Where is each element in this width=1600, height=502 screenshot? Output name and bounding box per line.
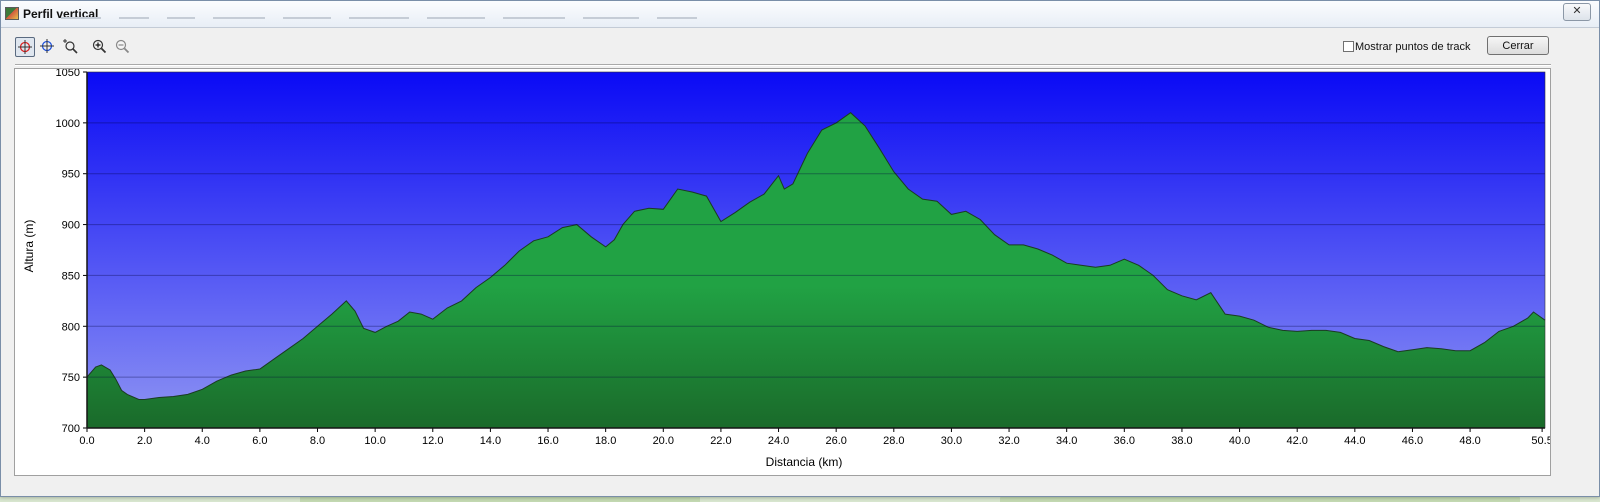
app-icon <box>5 7 19 20</box>
elevation-chart-panel: 700 750 800 850 900 950 1000 1050 0.0 2.0 4.0 6.0 8.… <box>14 68 1551 476</box>
window-close-button[interactable]: ✕ <box>1563 3 1591 21</box>
toolbar-separator <box>15 64 1551 66</box>
x-tick-label: 8.0 <box>310 435 325 447</box>
y-tick-label: 850 <box>62 270 80 282</box>
x-tick-label: 22.0 <box>710 435 731 447</box>
x-tick-label: 0.0 <box>79 435 94 447</box>
zoom-in-icon[interactable] <box>90 37 110 57</box>
crosshair-red-icon[interactable] <box>15 37 35 57</box>
background-menu-ghost <box>61 17 881 25</box>
x-tick-label: 50.5 <box>1531 435 1550 447</box>
zoom-out-icon[interactable] <box>113 37 133 57</box>
x-tick-label: 42.0 <box>1286 435 1307 447</box>
y-axis-title: Altura (m) <box>22 220 36 273</box>
y-tick-label: 1050 <box>56 69 80 79</box>
x-tick-label: 14.0 <box>480 435 501 447</box>
y-tick-label: 700 <box>62 423 80 435</box>
x-tick-label: 34.0 <box>1056 435 1077 447</box>
x-tick-label: 40.0 <box>1229 435 1250 447</box>
x-tick-label: 28.0 <box>883 435 904 447</box>
x-tick-label: 18.0 <box>595 435 616 447</box>
elevation-profile-window: Perfil vertical ✕ Mostrar puntos de trac… <box>0 0 1600 497</box>
x-axis-title: Distancia (km) <box>766 455 843 469</box>
title-bar[interactable]: Perfil vertical ✕ <box>1 1 1599 28</box>
zoom-selection-icon[interactable] <box>61 37 81 57</box>
x-tick-label: 2.0 <box>137 435 152 447</box>
x-tick-label: 30.0 <box>941 435 962 447</box>
elevation-chart[interactable]: 700 750 800 850 900 950 1000 1050 0.0 2.0 4.0 6.0 8.… <box>15 69 1550 475</box>
x-tick-label: 4.0 <box>195 435 210 447</box>
x-tick-label: 24.0 <box>768 435 789 447</box>
y-tick-label: 950 <box>62 169 80 181</box>
x-tick-label: 32.0 <box>998 435 1019 447</box>
y-tick-label: 900 <box>62 220 80 232</box>
show-track-points-label: Mostrar puntos de track <box>1355 41 1471 53</box>
x-tick-label: 44.0 <box>1344 435 1365 447</box>
x-tick-label: 38.0 <box>1171 435 1192 447</box>
x-tick-label: 26.0 <box>825 435 846 447</box>
x-tick-label: 48.0 <box>1459 435 1480 447</box>
y-tick-label: 1000 <box>56 118 80 130</box>
x-tick-label: 12.0 <box>422 435 443 447</box>
x-tick-label: 46.0 <box>1402 435 1423 447</box>
close-button[interactable]: Cerrar <box>1487 36 1549 55</box>
y-tick-label: 750 <box>62 372 80 384</box>
show-track-points-checkbox[interactable] <box>1343 41 1354 52</box>
x-tick-label: 16.0 <box>537 435 558 447</box>
crosshair-blue-icon[interactable] <box>38 37 58 57</box>
x-tick-label: 10.0 <box>364 435 385 447</box>
x-tick-label: 6.0 <box>252 435 267 447</box>
y-tick-label: 800 <box>62 321 80 333</box>
x-tick-label: 20.0 <box>653 435 674 447</box>
x-tick-label: 36.0 <box>1114 435 1135 447</box>
